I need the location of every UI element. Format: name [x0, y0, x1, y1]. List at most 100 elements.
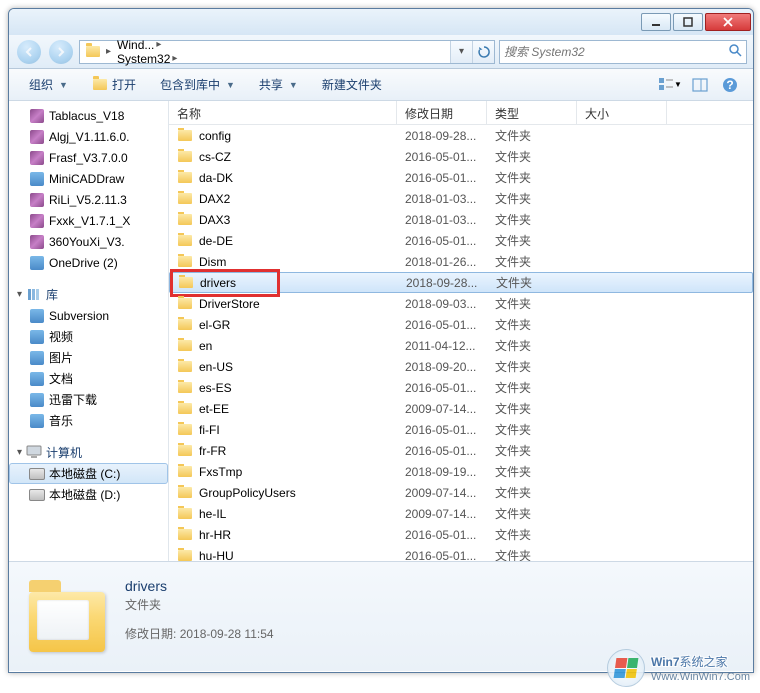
breadcrumb-item[interactable]: Wind... ▸ [111, 38, 184, 52]
tree-item[interactable]: 本地磁盘 (C:) [9, 463, 168, 484]
addressbar-dropdown-button[interactable]: ▾ [450, 41, 472, 63]
file-row[interactable]: da-DK2016-05-01...文件夹 [169, 167, 753, 188]
file-type: 文件夹 [487, 484, 577, 501]
organize-button[interactable]: 组织▼ [19, 72, 78, 97]
file-row[interactable]: fr-FR2016-05-01...文件夹 [169, 440, 753, 461]
tree-item[interactable]: 文档 [9, 368, 168, 389]
explorer-window: ▸ Wind... ▸System32 ▸ ▾ 组织▼ 打开 包含到库中▼ 共享… [8, 8, 754, 673]
file-row[interactable]: en-US2018-09-20...文件夹 [169, 356, 753, 377]
search-input[interactable] [504, 45, 728, 59]
file-date: 2016-05-01... [397, 171, 487, 185]
folder-icon [177, 485, 193, 501]
file-row[interactable]: DAX32018-01-03...文件夹 [169, 209, 753, 230]
watermark: Win7系统之家 Www.WinWin7.Com [607, 649, 750, 687]
minimize-button[interactable] [641, 13, 671, 31]
tree-item[interactable]: Frasf_V3.7.0.0 [9, 147, 168, 168]
open-button[interactable]: 打开 [82, 72, 146, 97]
file-row[interactable]: DAX22018-01-03...文件夹 [169, 188, 753, 209]
column-size[interactable]: 大小 [577, 101, 667, 124]
file-row[interactable]: es-ES2016-05-01...文件夹 [169, 377, 753, 398]
file-row[interactable]: et-EE2009-07-14...文件夹 [169, 398, 753, 419]
tree-item[interactable]: 迅雷下载 [9, 389, 168, 410]
tree-group[interactable]: ▾计算机 [9, 441, 168, 463]
file-type: 文件夹 [487, 505, 577, 522]
share-button[interactable]: 共享▼ [249, 72, 308, 97]
file-type: 文件夹 [487, 232, 577, 249]
file-date: 2016-05-01... [397, 528, 487, 542]
file-row[interactable]: de-DE2016-05-01...文件夹 [169, 230, 753, 251]
help-button[interactable]: ? [717, 72, 743, 98]
file-date: 2016-05-01... [397, 381, 487, 395]
tree-item[interactable]: 视频 [9, 326, 168, 347]
chevron-down-icon[interactable]: ▾ [17, 289, 22, 300]
file-row[interactable]: DriverStore2018-09-03...文件夹 [169, 293, 753, 314]
search-box[interactable] [499, 40, 747, 64]
windows-logo-icon [607, 649, 645, 687]
file-row[interactable]: he-IL2009-07-14...文件夹 [169, 503, 753, 524]
content-area: Tablacus_V18Algj_V1.11.6.0.Frasf_V3.7.0.… [9, 101, 753, 561]
tree-group[interactable]: ▾库 [9, 283, 168, 305]
include-library-button[interactable]: 包含到库中▼ [150, 72, 245, 97]
tree-item[interactable]: MiniCADDraw [9, 168, 168, 189]
file-date: 2018-01-26... [397, 255, 487, 269]
column-date[interactable]: 修改日期 [397, 101, 487, 124]
tree-item[interactable]: Fxxk_V1.7.1_X [9, 210, 168, 231]
chevron-right-icon[interactable]: ▸ [172, 53, 177, 64]
nav-back-button[interactable] [15, 39, 43, 65]
file-type: 文件夹 [487, 190, 577, 207]
tree-item[interactable]: 图片 [9, 347, 168, 368]
file-name: en [199, 339, 212, 353]
folder-icon [177, 170, 193, 186]
search-icon[interactable] [728, 43, 742, 60]
file-row[interactable]: en2011-04-12...文件夹 [169, 335, 753, 356]
tree-item[interactable]: 音乐 [9, 410, 168, 431]
breadcrumb-item[interactable]: System32 ▸ [111, 52, 184, 66]
file-name: DriverStore [199, 297, 260, 311]
file-list[interactable]: 名称 修改日期 类型 大小 config2018-09-28...文件夹cs-C… [169, 101, 753, 561]
file-date: 2016-05-01... [397, 318, 487, 332]
file-row[interactable]: drivers2018-09-28...文件夹 [169, 272, 753, 293]
tree-item[interactable]: 本地磁盘 (D:) [9, 484, 168, 505]
file-name: he-IL [199, 507, 226, 521]
file-type: 文件夹 [487, 463, 577, 480]
tree-item[interactable]: Subversion [9, 305, 168, 326]
view-button[interactable]: ▼ [657, 72, 683, 98]
tree-item[interactable]: RiLi_V5.2.11.3 [9, 189, 168, 210]
folder-icon [178, 275, 194, 291]
thumbnail-icon [25, 572, 109, 656]
preview-pane-button[interactable] [687, 72, 713, 98]
file-row[interactable]: config2018-09-28...文件夹 [169, 125, 753, 146]
chevron-down-icon[interactable]: ▾ [17, 447, 22, 458]
file-row[interactable]: Dism2018-01-26...文件夹 [169, 251, 753, 272]
file-row[interactable]: fi-FI2016-05-01...文件夹 [169, 419, 753, 440]
file-row[interactable]: hu-HU2016-05-01...文件夹 [169, 545, 753, 561]
file-row[interactable]: cs-CZ2016-05-01...文件夹 [169, 146, 753, 167]
folder-icon [177, 296, 193, 312]
address-bar[interactable]: ▸ Wind... ▸System32 ▸ ▾ [79, 40, 495, 64]
folder-icon [177, 212, 193, 228]
svg-text:?: ? [726, 78, 733, 92]
maximize-button[interactable] [673, 13, 703, 31]
tree-item[interactable]: Tablacus_V18 [9, 105, 168, 126]
tree-item[interactable]: OneDrive (2) [9, 252, 168, 273]
file-row[interactable]: hr-HR2016-05-01...文件夹 [169, 524, 753, 545]
new-folder-button[interactable]: 新建文件夹 [312, 72, 392, 97]
nav-forward-button[interactable] [47, 39, 75, 65]
file-date: 2018-01-03... [397, 192, 487, 206]
refresh-button[interactable] [472, 41, 494, 63]
file-row[interactable]: GroupPolicyUsers2009-07-14...文件夹 [169, 482, 753, 503]
tree-item[interactable]: Algj_V1.11.6.0. [9, 126, 168, 147]
file-type: 文件夹 [487, 316, 577, 333]
folder-icon [84, 43, 102, 61]
column-name[interactable]: 名称 [169, 101, 397, 124]
close-button[interactable] [705, 13, 751, 31]
file-name: fi-FI [199, 423, 220, 437]
chevron-right-icon[interactable]: ▸ [156, 39, 161, 50]
file-row[interactable]: FxsTmp2018-09-19...文件夹 [169, 461, 753, 482]
column-type[interactable]: 类型 [487, 101, 577, 124]
file-date: 2018-01-03... [397, 213, 487, 227]
tree-item[interactable]: 360YouXi_V3. [9, 231, 168, 252]
file-row[interactable]: el-GR2016-05-01...文件夹 [169, 314, 753, 335]
file-name: fr-FR [199, 444, 226, 458]
sidebar[interactable]: Tablacus_V18Algj_V1.11.6.0.Frasf_V3.7.0.… [9, 101, 169, 561]
